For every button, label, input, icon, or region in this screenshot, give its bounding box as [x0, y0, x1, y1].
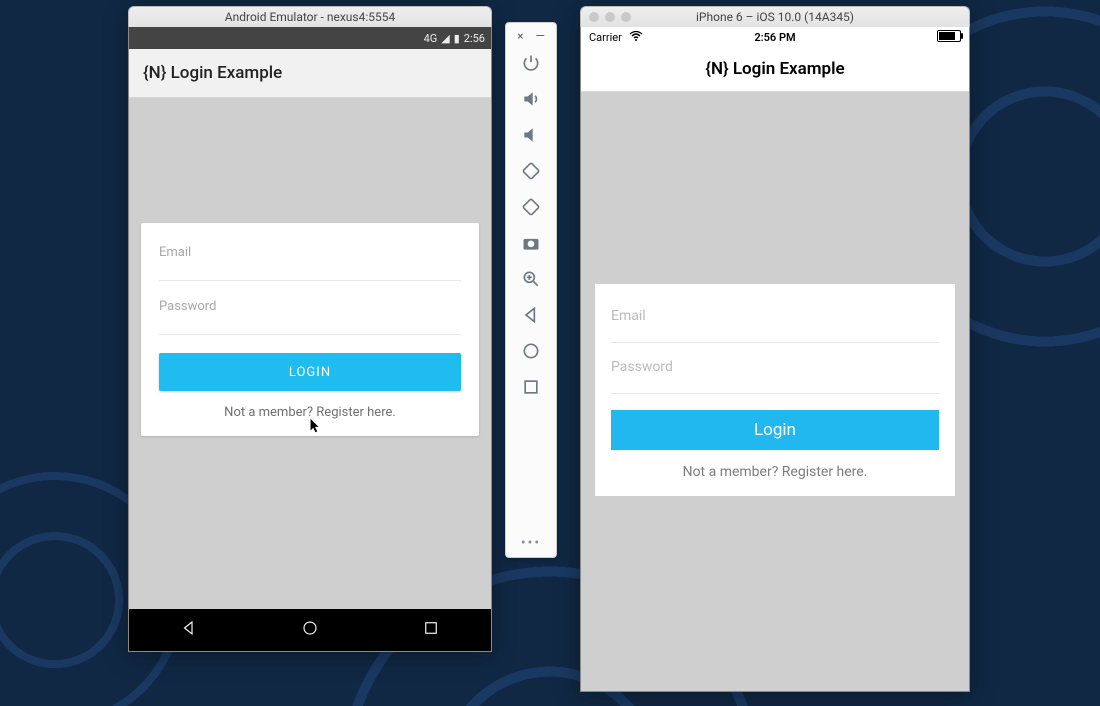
signal-icon: ◢ — [441, 32, 449, 45]
window-title-text: iPhone 6 – iOS 10.0 (14A345) — [696, 10, 854, 24]
clock: 2:56 PM — [581, 31, 969, 44]
login-card: Email Password Login Not a member? Regis… — [595, 284, 955, 496]
recents-nav-icon[interactable] — [514, 369, 548, 405]
page-title: {N} Login Example — [143, 63, 282, 83]
android-emulator-window: Android Emulator - nexus4:5554 4G ◢ ▮ 2:… — [128, 6, 492, 652]
window-title: Android Emulator - nexus4:5554 — [128, 6, 492, 27]
ios-status-bar: Carrier 2:56 PM — [581, 27, 969, 47]
field-underline — [159, 334, 461, 335]
clock: 2:56 — [464, 32, 485, 45]
field-underline — [611, 342, 939, 343]
toolbar-window-controls[interactable]: ×— — [517, 29, 545, 45]
password-field[interactable]: Password — [159, 299, 461, 314]
ios-nav-bar: {N} Login Example — [581, 47, 969, 92]
register-link[interactable]: Not a member? Register here. — [159, 405, 461, 420]
android-action-bar: {N} Login Example — [129, 49, 491, 98]
android-screen: 4G ◢ ▮ 2:56 {N} Login Example Email Pass… — [128, 27, 492, 652]
login-button[interactable]: Login — [611, 410, 939, 450]
ios-screen: Carrier 2:56 PM {N} Login Example Email … — [580, 27, 970, 692]
rotate-right-icon[interactable] — [514, 189, 548, 225]
back-button[interactable] — [180, 619, 198, 641]
password-field[interactable]: Password — [611, 359, 939, 375]
recents-button[interactable] — [422, 619, 440, 641]
page-title: {N} Login Example — [705, 59, 844, 79]
login-card: Email Password LOGIN Not a member? Regis… — [141, 223, 479, 436]
volume-down-icon[interactable] — [514, 117, 548, 153]
rotate-left-icon[interactable] — [514, 153, 548, 189]
back-nav-icon[interactable] — [514, 297, 548, 333]
login-button[interactable]: LOGIN — [159, 353, 461, 391]
volume-up-icon[interactable] — [514, 81, 548, 117]
email-field[interactable]: Email — [159, 245, 461, 260]
traffic-lights[interactable] — [589, 12, 631, 22]
android-status-bar: 4G ◢ ▮ 2:56 — [129, 27, 491, 49]
power-icon[interactable] — [514, 45, 548, 81]
camera-icon[interactable] — [514, 225, 548, 261]
more-icon[interactable]: ••• — [521, 535, 541, 551]
android-content: Email Password LOGIN Not a member? Regis… — [129, 98, 491, 609]
emulator-toolbar: ×— ••• — [505, 22, 557, 558]
home-button[interactable] — [301, 619, 319, 641]
network-badge: 4G — [424, 32, 438, 45]
register-link[interactable]: Not a member? Register here. — [611, 464, 939, 480]
battery-charging-icon: ▮ — [454, 32, 460, 45]
field-underline — [159, 280, 461, 281]
ios-content: Email Password Login Not a member? Regis… — [581, 92, 969, 691]
android-nav-bar — [129, 609, 491, 651]
field-underline — [611, 393, 939, 394]
ios-simulator-window: iPhone 6 – iOS 10.0 (14A345) Carrier 2:5… — [580, 6, 970, 692]
zoom-in-icon[interactable] — [514, 261, 548, 297]
window-title: iPhone 6 – iOS 10.0 (14A345) — [580, 6, 970, 27]
email-field[interactable]: Email — [611, 308, 939, 324]
home-nav-icon[interactable] — [514, 333, 548, 369]
